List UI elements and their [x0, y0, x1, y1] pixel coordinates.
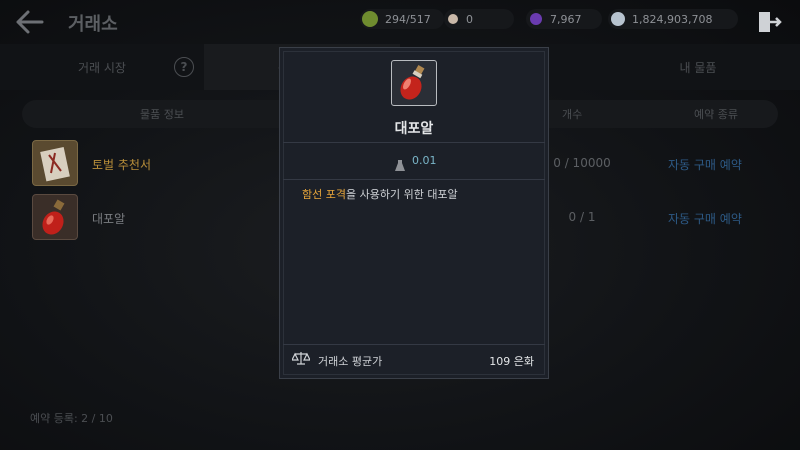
currency-gem: 7,967	[526, 9, 602, 29]
currency-stamina-value: 294/517	[385, 12, 431, 26]
page-title: 거래소	[68, 14, 118, 35]
column-reserve-type: 예약 종류	[694, 108, 738, 121]
currency-silver: 1,824,903,708	[608, 9, 738, 29]
back-arrow-icon[interactable]	[14, 8, 46, 36]
currency-silver-value: 1,824,903,708	[632, 12, 713, 26]
silver-icon	[611, 12, 625, 26]
popup-item-description: 함선 포격을 사용하기 위한 대포알	[302, 186, 458, 202]
divider	[283, 179, 545, 180]
average-price-value: 109 은화	[489, 355, 534, 368]
scroll-item-icon	[32, 140, 78, 186]
popup-item-name: 대포알	[394, 121, 434, 137]
popup-item-weight: 0.01	[412, 154, 437, 167]
divider	[283, 142, 545, 143]
currency-gem-value: 7,967	[550, 12, 582, 26]
purple-gem-icon	[530, 13, 542, 25]
divider	[283, 344, 545, 345]
column-item-info: 물품 정보	[140, 108, 184, 121]
desc-highlight: 함선 포격	[302, 188, 346, 201]
desc-text: 을 사용하기 위한 대포알	[345, 188, 458, 201]
column-count: 개수	[562, 108, 583, 121]
top-bar: 거래소 294/517 0 7,967 1,824,903,708	[0, 0, 800, 42]
exit-icon[interactable]	[756, 9, 782, 35]
item-count: 0 / 10000	[553, 156, 611, 170]
item-count: 0 / 1	[568, 210, 596, 224]
potion-item-icon	[32, 194, 78, 240]
item-name: 대포알	[92, 212, 126, 226]
currency-pearl-value: 0	[466, 12, 473, 26]
tab-my-items[interactable]: 내 물품	[596, 44, 800, 90]
currency-pearl: 0	[444, 9, 514, 29]
potion-item-icon	[391, 60, 437, 106]
stamina-icon	[362, 11, 378, 27]
item-tooltip-popup: 대포알 0.01 함선 포격을 사용하기 위한 대포알 거래소 평균가 109 …	[279, 47, 549, 379]
currency-stamina: 294/517	[360, 9, 444, 29]
item-name: 토벌 추천서	[92, 158, 152, 172]
average-price-label: 거래소 평균가	[318, 355, 383, 368]
reserve-count: 예약 등록: 2 / 10	[30, 412, 113, 425]
reserve-type[interactable]: 자동 구매 예약	[668, 156, 742, 173]
scale-icon	[291, 350, 311, 365]
help-icon[interactable]: ?	[174, 57, 194, 77]
weight-icon	[395, 156, 405, 171]
reserve-type[interactable]: 자동 구매 예약	[668, 210, 742, 227]
pearl-icon	[448, 14, 458, 24]
